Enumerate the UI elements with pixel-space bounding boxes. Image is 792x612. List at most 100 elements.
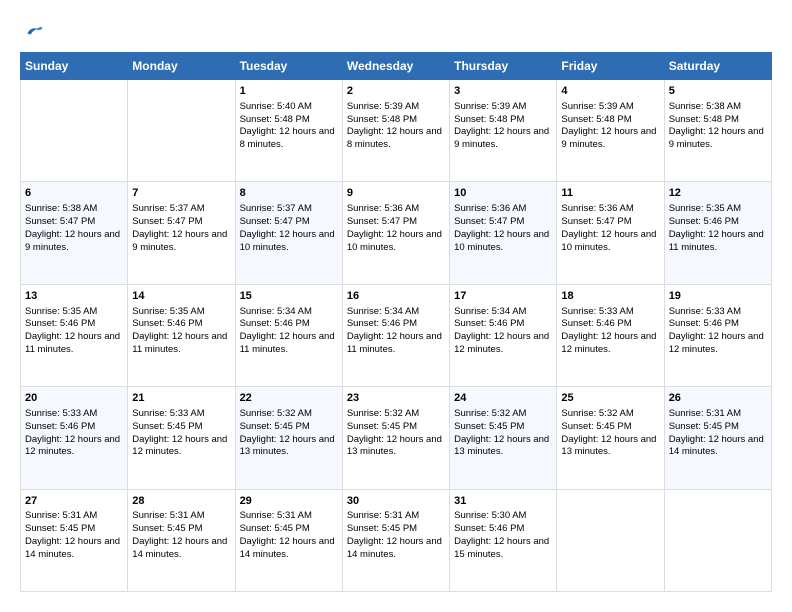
sunrise-text: Sunrise: 5:36 AM: [454, 203, 526, 214]
sunrise-text: Sunrise: 5:40 AM: [240, 101, 312, 112]
sunset-text: Sunset: 5:47 PM: [561, 216, 631, 227]
calendar-cell: 16Sunrise: 5:34 AMSunset: 5:46 PMDayligh…: [342, 284, 449, 386]
sunset-text: Sunset: 5:45 PM: [347, 523, 417, 534]
sunset-text: Sunset: 5:46 PM: [669, 216, 739, 227]
sunset-text: Sunset: 5:48 PM: [240, 114, 310, 125]
sunrise-text: Sunrise: 5:31 AM: [132, 510, 204, 521]
calendar-cell: 19Sunrise: 5:33 AMSunset: 5:46 PMDayligh…: [664, 284, 771, 386]
daylight-text: Daylight: 12 hours and 11 minutes.: [132, 331, 227, 355]
sunrise-text: Sunrise: 5:37 AM: [132, 203, 204, 214]
day-number: 4: [561, 84, 659, 99]
sunrise-text: Sunrise: 5:35 AM: [132, 306, 204, 317]
daylight-text: Daylight: 12 hours and 10 minutes.: [454, 229, 549, 253]
sunrise-text: Sunrise: 5:33 AM: [25, 408, 97, 419]
sunset-text: Sunset: 5:46 PM: [454, 523, 524, 534]
sunset-text: Sunset: 5:45 PM: [132, 421, 202, 432]
page: SundayMondayTuesdayWednesdayThursdayFrid…: [0, 0, 792, 612]
logo-bird-icon: [24, 20, 44, 40]
weekday-header-saturday: Saturday: [664, 53, 771, 80]
daylight-text: Daylight: 12 hours and 14 minutes.: [347, 536, 442, 560]
day-number: 27: [25, 494, 123, 509]
sunset-text: Sunset: 5:45 PM: [132, 523, 202, 534]
day-number: 16: [347, 289, 445, 304]
sunset-text: Sunset: 5:46 PM: [132, 318, 202, 329]
sunset-text: Sunset: 5:46 PM: [347, 318, 417, 329]
sunset-text: Sunset: 5:45 PM: [669, 421, 739, 432]
calendar-cell: [557, 489, 664, 591]
weekday-header-tuesday: Tuesday: [235, 53, 342, 80]
sunrise-text: Sunrise: 5:36 AM: [347, 203, 419, 214]
calendar-cell: 25Sunrise: 5:32 AMSunset: 5:45 PMDayligh…: [557, 387, 664, 489]
day-number: 23: [347, 391, 445, 406]
daylight-text: Daylight: 12 hours and 15 minutes.: [454, 536, 549, 560]
calendar-cell: 7Sunrise: 5:37 AMSunset: 5:47 PMDaylight…: [128, 182, 235, 284]
day-number: 3: [454, 84, 552, 99]
daylight-text: Daylight: 12 hours and 11 minutes.: [347, 331, 442, 355]
day-number: 30: [347, 494, 445, 509]
daylight-text: Daylight: 12 hours and 11 minutes.: [240, 331, 335, 355]
day-number: 12: [669, 186, 767, 201]
calendar-cell: 13Sunrise: 5:35 AMSunset: 5:46 PMDayligh…: [21, 284, 128, 386]
header: [20, 20, 772, 40]
day-number: 24: [454, 391, 552, 406]
calendar-cell: 6Sunrise: 5:38 AMSunset: 5:47 PMDaylight…: [21, 182, 128, 284]
sunset-text: Sunset: 5:48 PM: [669, 114, 739, 125]
day-number: 15: [240, 289, 338, 304]
day-number: 22: [240, 391, 338, 406]
daylight-text: Daylight: 12 hours and 9 minutes.: [454, 126, 549, 150]
week-row-5: 27 Sunrise: 5:31 AM Sunset: 5:45 PM Dayligh…: [21, 489, 772, 591]
day-number: 21: [132, 391, 230, 406]
day-number: 7: [132, 186, 230, 201]
calendar-cell: 12Sunrise: 5:35 AMSunset: 5:46 PMDayligh…: [664, 182, 771, 284]
day-number: 25: [561, 391, 659, 406]
sunrise-text: Sunrise: 5:32 AM: [240, 408, 312, 419]
sunset-text: Sunset: 5:45 PM: [240, 523, 310, 534]
calendar-cell: 11Sunrise: 5:36 AMSunset: 5:47 PMDayligh…: [557, 182, 664, 284]
weekday-header-sunday: Sunday: [21, 53, 128, 80]
daylight-text: Daylight: 12 hours and 14 minutes.: [25, 536, 120, 560]
day-number: 9: [347, 186, 445, 201]
sunrise-text: Sunrise: 5:39 AM: [347, 101, 419, 112]
sunset-text: Sunset: 5:47 PM: [454, 216, 524, 227]
day-number: 28: [132, 494, 230, 509]
sunrise-text: Sunrise: 5:33 AM: [561, 306, 633, 317]
day-number: 20: [25, 391, 123, 406]
daylight-text: Daylight: 12 hours and 9 minutes.: [669, 126, 764, 150]
calendar-cell: 9Sunrise: 5:36 AMSunset: 5:47 PMDaylight…: [342, 182, 449, 284]
daylight-text: Daylight: 12 hours and 14 minutes.: [132, 536, 227, 560]
sunset-text: Sunset: 5:46 PM: [240, 318, 310, 329]
calendar-cell: 30Sunrise: 5:31 AM Sunset: 5:45 PM Dayligh…: [342, 489, 449, 591]
sunrise-text: Sunrise: 5:34 AM: [454, 306, 526, 317]
daylight-text: Daylight: 12 hours and 8 minutes.: [240, 126, 335, 150]
daylight-text: Daylight: 12 hours and 13 minutes.: [240, 434, 335, 458]
day-number: 5: [669, 84, 767, 99]
daylight-text: Daylight: 12 hours and 12 minutes.: [561, 331, 656, 355]
daylight-text: Daylight: 12 hours and 8 minutes.: [347, 126, 442, 150]
calendar-cell: 29Sunrise: 5:31 AMSunset: 5:45 PMDayligh…: [235, 489, 342, 591]
day-number: 26: [669, 391, 767, 406]
sunrise-text: Sunrise: 5:39 AM: [454, 101, 526, 112]
daylight-text: Daylight: 12 hours and 12 minutes.: [132, 434, 227, 458]
calendar-cell: 1Sunrise: 5:40 AMSunset: 5:48 PMDaylight…: [235, 80, 342, 182]
day-number: 10: [454, 186, 552, 201]
daylight-text: Daylight: 12 hours and 10 minutes.: [240, 229, 335, 253]
sunrise-text: Sunrise: 5:30 AM: [454, 510, 526, 521]
calendar-cell: 31Sunrise: 5:30 AM Sunset: 5:46 PM Dayligh…: [450, 489, 557, 591]
sunrise-text: Sunrise: 5:39 AM: [561, 101, 633, 112]
week-row-1: 1Sunrise: 5:40 AMSunset: 5:48 PMDaylight…: [21, 80, 772, 182]
sunrise-text: Sunrise: 5:33 AM: [669, 306, 741, 317]
day-number: 31: [454, 494, 552, 509]
weekday-header-row: SundayMondayTuesdayWednesdayThursdayFrid…: [21, 53, 772, 80]
sunset-text: Sunset: 5:47 PM: [240, 216, 310, 227]
daylight-text: Daylight: 12 hours and 12 minutes.: [454, 331, 549, 355]
daylight-text: Daylight: 12 hours and 14 minutes.: [669, 434, 764, 458]
sunrise-text: Sunrise: 5:31 AM: [240, 510, 312, 521]
calendar-cell: 8Sunrise: 5:37 AMSunset: 5:47 PMDaylight…: [235, 182, 342, 284]
sunrise-text: Sunrise: 5:38 AM: [669, 101, 741, 112]
sunrise-text: Sunrise: 5:32 AM: [561, 408, 633, 419]
day-number: 6: [25, 186, 123, 201]
calendar-cell: 2Sunrise: 5:39 AMSunset: 5:48 PMDaylight…: [342, 80, 449, 182]
day-number: 2: [347, 84, 445, 99]
daylight-text: Daylight: 12 hours and 13 minutes.: [561, 434, 656, 458]
sunrise-text: Sunrise: 5:31 AM: [347, 510, 419, 521]
